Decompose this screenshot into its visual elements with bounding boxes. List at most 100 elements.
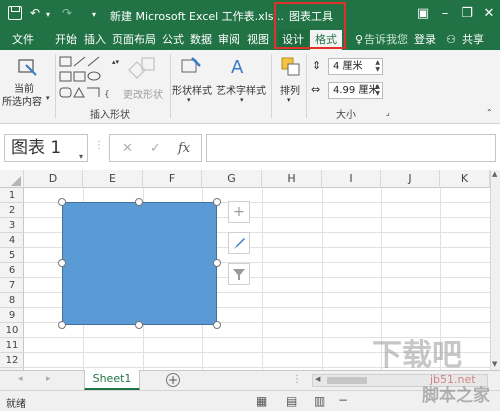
shape-styles-icon [181, 57, 201, 73]
chart-styles-button[interactable] [228, 232, 250, 254]
add-sheet-icon[interactable]: + [166, 373, 180, 387]
tab-review[interactable]: 审阅 [216, 30, 242, 50]
height-icon: ⇕ [312, 59, 322, 72]
row-header[interactable]: 10 [0, 323, 24, 338]
shape-height-input[interactable]: 4 厘米 ▲ ▼ [328, 58, 383, 75]
column-header[interactable]: H [262, 170, 322, 188]
signin-link[interactable]: 登录 [412, 30, 438, 50]
shape-gallery[interactable]: { [58, 55, 120, 105]
format-selection-icon [18, 59, 37, 76]
resize-handle[interactable] [58, 198, 66, 206]
resize-handle[interactable] [58, 259, 66, 267]
share-button[interactable]: 共享 [458, 30, 488, 50]
tab-file[interactable]: 文件 [6, 30, 40, 50]
select-all-corner[interactable] [0, 170, 24, 188]
column-header[interactable]: E [83, 170, 143, 188]
row-header[interactable]: 9 [0, 308, 24, 323]
title-bar: ↶ ▾ ↷ ▾ 新建 Microsoft Excel 工作表.xls... 图表… [0, 0, 500, 30]
tab-page-layout[interactable]: 页面布局 [110, 30, 158, 50]
arrange-icon [281, 57, 300, 76]
save-icon[interactable] [8, 6, 22, 20]
page-layout-view-icon[interactable]: ▤ [286, 394, 297, 408]
tab-data[interactable]: 数据 [188, 30, 214, 50]
gallery-scroll-icon[interactable]: ▴▾ [112, 58, 119, 66]
enter-icon[interactable]: ✓ [150, 141, 161, 156]
tab-home[interactable]: 开始 [52, 30, 80, 50]
formula-input[interactable] [206, 134, 496, 162]
normal-view-icon[interactable]: ▦ [256, 394, 267, 408]
insert-function-icon[interactable]: fx [178, 141, 190, 156]
row-header[interactable]: 4 [0, 233, 24, 248]
formula-bar: 图表 1 ▾ ⋮ ✕ ✓ fx [0, 124, 500, 170]
column-header[interactable]: G [202, 170, 262, 188]
undo-dropdown-icon[interactable]: ▾ [46, 10, 50, 19]
row-header[interactable]: 11 [0, 338, 24, 353]
tab-view[interactable]: 视图 [244, 30, 272, 50]
plus-icon: + [233, 204, 245, 220]
tab-split-grip[interactable]: ⋮ [292, 374, 302, 385]
width-icon: ⇔ [311, 83, 321, 96]
arrange-button[interactable]: 排列 [280, 82, 300, 97]
size-dialog-launcher[interactable]: ⌟ [386, 108, 390, 117]
insert-shapes-group-label: 插入形状 [90, 110, 130, 121]
prev-sheet-icon[interactable]: ◂ [18, 374, 23, 384]
chart-elements-button[interactable]: + [228, 201, 250, 223]
cell-grid[interactable]: + [24, 188, 490, 370]
resize-handle[interactable] [213, 321, 221, 329]
shape-width-input[interactable]: 4.99 厘米 ▲ ▼ [328, 82, 383, 99]
scroll-up-icon[interactable]: ▲ [492, 170, 497, 178]
resize-handle[interactable] [135, 321, 143, 329]
status-text: 就绪 [6, 399, 26, 410]
row-header[interactable]: 5 [0, 248, 24, 263]
name-box-dropdown-icon[interactable]: ▾ [79, 144, 83, 170]
resize-handle[interactable] [213, 259, 221, 267]
wordart-styles-button[interactable]: 艺术字样式 [216, 82, 266, 97]
restore-icon[interactable]: ❐ [456, 0, 478, 30]
zoom-out-icon[interactable]: − [338, 393, 348, 407]
sheet-tab-bar: ◂ ▸ Sheet1 + ⋮ ◀ [0, 370, 500, 390]
customize-toolbar-icon[interactable]: ▾ [92, 10, 96, 19]
row-header[interactable]: 7 [0, 278, 24, 293]
chart-area[interactable] [62, 202, 217, 325]
row-header[interactable]: 1 [0, 188, 24, 203]
ribbon-display-icon[interactable]: ▣ [412, 0, 434, 30]
row-header[interactable]: 2 [0, 203, 24, 218]
page-break-view-icon[interactable]: ▥ [314, 394, 325, 408]
shape-styles-button[interactable]: 形状样式 [172, 82, 212, 97]
row-header[interactable]: 12 [0, 353, 24, 368]
tell-me-search[interactable]: 告诉我您 [364, 30, 408, 50]
column-header[interactable]: D [24, 170, 83, 188]
name-box[interactable]: 图表 1 ▾ [4, 134, 88, 162]
change-shape-button: 更改形状 [123, 90, 163, 101]
column-header[interactable]: J [381, 170, 440, 188]
size-group-label: 大小 [336, 110, 356, 121]
undo-icon[interactable]: ↶ [30, 6, 40, 20]
svg-text:A: A [231, 57, 244, 78]
column-header[interactable]: F [143, 170, 202, 188]
collapse-ribbon-icon[interactable]: ⌃ [486, 108, 493, 117]
next-sheet-icon[interactable]: ▸ [46, 374, 51, 384]
close-icon[interactable]: ✕ [478, 0, 500, 30]
tab-formulas[interactable]: 公式 [160, 30, 186, 50]
resize-handle[interactable] [58, 321, 66, 329]
person-icon: ⚇ [446, 33, 456, 46]
horizontal-scrollbar[interactable]: ◀ [312, 374, 488, 387]
resize-handle[interactable] [135, 198, 143, 206]
tab-insert[interactable]: 插入 [82, 30, 108, 50]
scroll-down-icon[interactable]: ▼ [492, 360, 497, 368]
chart-filters-button[interactable] [228, 263, 250, 285]
sheet-tab[interactable]: Sheet1 [84, 370, 140, 390]
row-header[interactable]: 3 [0, 218, 24, 233]
column-header[interactable]: K [440, 170, 490, 188]
scroll-thumb[interactable] [327, 377, 367, 384]
cancel-icon[interactable]: ✕ [122, 141, 133, 156]
minimize-icon[interactable]: – [434, 0, 456, 30]
column-headers: D E F G H I J K [0, 170, 490, 188]
resize-handle[interactable] [213, 198, 221, 206]
row-header[interactable]: 6 [0, 263, 24, 278]
column-header[interactable]: I [322, 170, 381, 188]
scroll-left-icon[interactable]: ◀ [315, 375, 320, 383]
formula-bar-grip: ⋮ [94, 140, 104, 151]
row-header[interactable]: 8 [0, 293, 24, 308]
vertical-scrollbar[interactable]: ▲ ▼ [490, 170, 500, 370]
